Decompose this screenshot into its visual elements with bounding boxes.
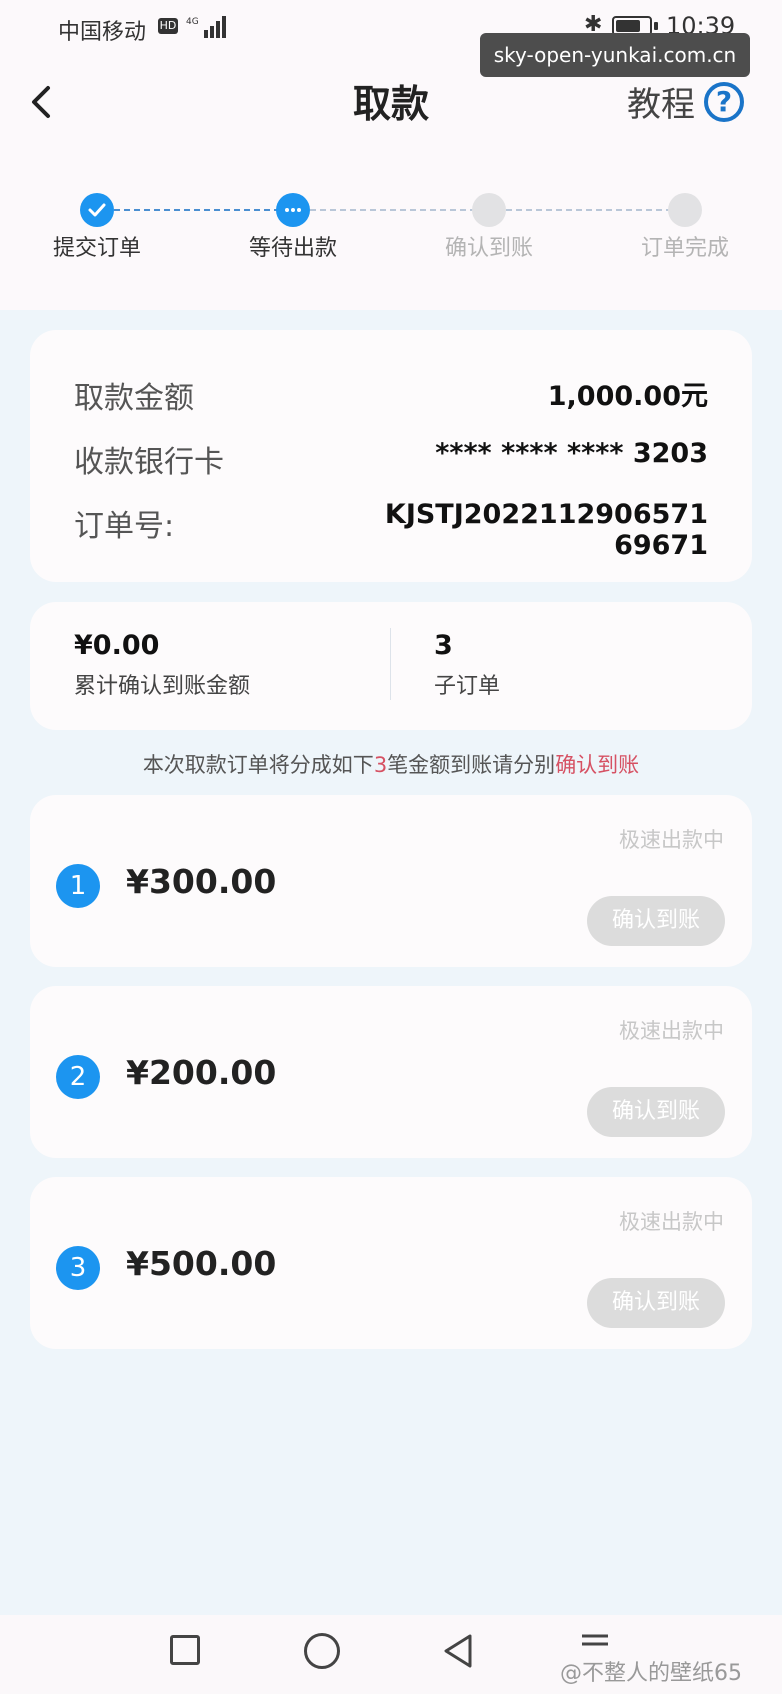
hd-badge: HD: [158, 18, 178, 34]
sub-order-status: 极速出款中: [619, 1210, 724, 1234]
tutorial-link[interactable]: 教程: [627, 82, 695, 128]
confirm-received-button[interactable]: 确认到账: [587, 1087, 725, 1137]
step-pending-icon: [472, 193, 506, 227]
sub-order-amount: ¥300.00: [126, 862, 277, 901]
sub-order-status: 极速出款中: [619, 828, 724, 852]
sub-order-index: 1: [56, 864, 100, 908]
home-icon[interactable]: [304, 1633, 340, 1669]
step-label: 确认到账: [444, 236, 533, 261]
divider: [390, 628, 391, 700]
summary-card: [30, 602, 752, 730]
recent-apps-icon[interactable]: [170, 1635, 200, 1665]
confirm-received-button[interactable]: 确认到账: [587, 1278, 725, 1328]
carrier-label: 中国移动: [58, 20, 147, 45]
bank-card-label: 收款银行卡: [74, 445, 224, 480]
split-notice: 本次取款订单将分成如下3笔金额到账请分别确认到账: [0, 749, 782, 779]
nav-back-icon[interactable]: [440, 1632, 476, 1670]
signal-icon: 4G: [186, 16, 226, 38]
notice-count: 3: [373, 753, 388, 777]
sub-order-amount: ¥500.00: [126, 1244, 277, 1283]
confirmed-amount-label: 累计确认到账金额: [74, 674, 251, 699]
svg-text:4G: 4G: [186, 17, 199, 27]
step-pending-icon: [668, 193, 702, 227]
step-label: 订单完成: [640, 236, 729, 261]
footer-watermark: @不整人的壁纸65: [560, 1661, 742, 1686]
step-connector: [310, 209, 476, 211]
sub-orders-count: 3: [434, 630, 453, 661]
step-label: 提交订单: [52, 236, 141, 261]
notice-middle: 笔金额到账请分别: [387, 753, 556, 777]
sub-order-index: 2: [56, 1055, 100, 1099]
notice-action: 确认到账: [555, 753, 640, 777]
confirmed-amount-value: ¥0.00: [74, 630, 160, 661]
amount-label: 取款金额: [74, 381, 194, 416]
watermark-url: sky-open-yunkai.com.cn: [480, 33, 750, 77]
step-in-progress-icon: [276, 193, 310, 227]
battery-tip: [654, 22, 658, 30]
step-label: 等待出款: [248, 236, 337, 261]
order-number-value: KJSTJ2022112906571 69671: [384, 499, 708, 561]
step-connector: [114, 209, 280, 211]
step-complete-icon: [80, 193, 114, 227]
sub-orders-label: 子订单: [434, 674, 501, 699]
sub-order-amount: ¥200.00: [126, 1053, 277, 1092]
sub-order-status: 极速出款中: [619, 1019, 724, 1043]
amount-value: 1,000.00元: [547, 381, 708, 412]
order-number-label: 订单号:: [74, 509, 175, 544]
step-connector: [506, 209, 672, 211]
notice-prefix: 本次取款订单将分成如下: [142, 753, 374, 777]
question-circle-icon[interactable]: ?: [704, 82, 744, 122]
confirm-received-button[interactable]: 确认到账: [587, 896, 725, 946]
bank-card-value: **** **** **** 3203: [435, 438, 708, 469]
sub-order-index: 3: [56, 1246, 100, 1290]
